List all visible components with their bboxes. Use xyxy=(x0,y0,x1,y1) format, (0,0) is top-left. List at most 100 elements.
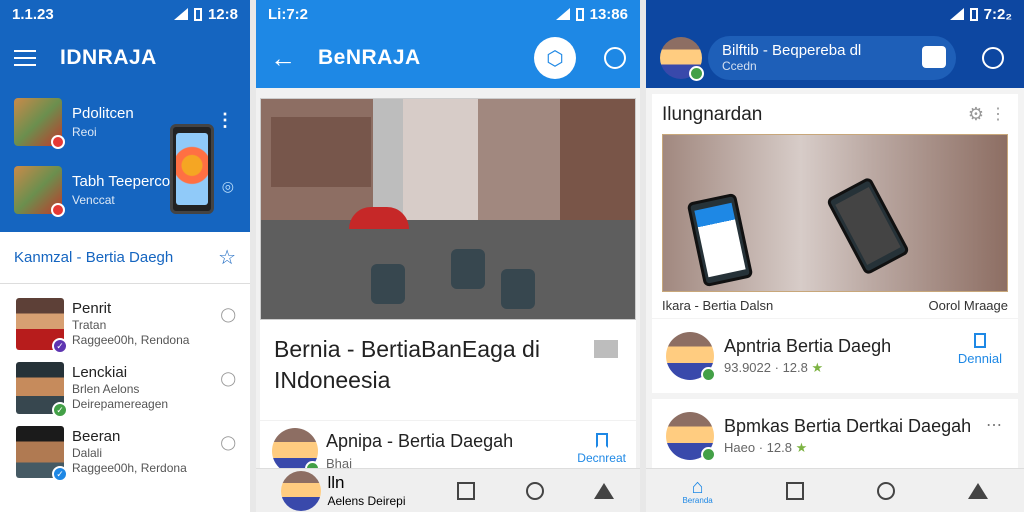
status-bar: Li:7:2 13:86 xyxy=(256,0,640,28)
list-item-sub: Raggee00h, Rendona xyxy=(72,333,190,348)
bookmark-button[interactable]: Decnreat xyxy=(577,433,626,465)
drawer-header: 1.1.23 12:8 IDNRAJA Pdolitcen Reoi Tabh … xyxy=(0,0,250,232)
drawer-item[interactable]: Tabh Teeperco Venccat xyxy=(14,166,171,217)
more-options-icon[interactable]: ⋯ xyxy=(986,415,1002,435)
location-pin-icon: ◯ xyxy=(220,434,236,450)
app-bar: Bilftib - Beqpereba dl Ccedn xyxy=(646,28,1024,88)
nav-home[interactable]: ⌂ Beranda xyxy=(682,477,712,505)
badge-icon: ✓ xyxy=(52,466,68,482)
list-item-name: Beeran xyxy=(72,427,121,445)
user-icon[interactable] xyxy=(982,47,1004,69)
bottom-nav: lln Aelens Deirepi xyxy=(256,468,640,512)
home-circle-icon[interactable] xyxy=(525,481,544,500)
list-item[interactable]: Bpmkas Bertia Dertkai Daegah Haeo · 12.8… xyxy=(652,399,1018,473)
list-item-sub: Raggee00h, Rerdona xyxy=(72,461,187,476)
menu-icon[interactable] xyxy=(14,50,36,66)
star-icon: ★ xyxy=(811,360,824,375)
signal-icon xyxy=(949,8,964,20)
back-triangle-icon[interactable] xyxy=(967,482,988,499)
location-pin-icon: ◎ xyxy=(221,178,234,194)
thumbnail xyxy=(14,166,65,217)
verified-icon xyxy=(51,135,65,149)
gear-icon[interactable]: ⚙ xyxy=(968,104,984,125)
more-options-icon[interactable]: ⋮ xyxy=(990,104,1006,124)
location-pin-icon: ◯ xyxy=(220,306,236,322)
app-bar: IDNRAJA xyxy=(0,28,250,88)
article-photo[interactable] xyxy=(260,98,636,320)
verified-icon xyxy=(689,66,704,81)
list-item-name: Lenckiai xyxy=(72,363,128,381)
phone-illustration xyxy=(686,192,754,288)
home-circle-icon[interactable] xyxy=(876,481,895,500)
search-bar[interactable]: Bilftib - Beqpereba dl Ccedn xyxy=(708,36,956,80)
search-sub: Ccedn xyxy=(722,59,757,73)
bookmark-icon xyxy=(595,433,608,448)
phone-illustration xyxy=(825,176,911,276)
status-bar: 1.1.23 12:8 xyxy=(0,0,250,28)
list-item[interactable]: ✓ Penrit Tratan Raggee00h, Rendona ◯ xyxy=(0,292,250,356)
screen-3: 7:2₂ Bilftib - Beqpereba dl Ccedn Ilungn… xyxy=(646,0,1024,512)
battery-icon xyxy=(193,7,202,21)
more-options-icon[interactable]: ⋮ xyxy=(216,110,234,131)
back-arrow-icon[interactable]: ← xyxy=(270,43,296,74)
list-item-name: Penrit xyxy=(72,299,112,317)
news-card[interactable]: Ilungnardan ⚙ ⋮ Ikara - Bertia Dalsn Oor… xyxy=(652,94,1018,318)
phone-illustration xyxy=(170,124,214,214)
thumbnail xyxy=(14,98,65,149)
badge-icon: ✓ xyxy=(52,402,68,418)
avatar: ✓ xyxy=(16,362,68,418)
bookmark-icon xyxy=(973,333,986,348)
list-item-sub: Dalali xyxy=(72,446,103,461)
badge-icon: ✓ xyxy=(52,338,68,354)
section-title: Kanmzal - Bertia Daegh xyxy=(14,249,174,266)
status-bar: 7:2₂ xyxy=(646,0,1024,28)
bottom-nav: ⌂ Beranda xyxy=(646,468,1024,512)
star-icon: ★ xyxy=(795,440,808,455)
article-title: Bernia - BertiaBanEaga di INdoneesia xyxy=(274,336,540,394)
list-item[interactable]: ✓ Lenckiai Brlen Aelons Deirepamereagen … xyxy=(0,356,250,420)
row-rating: 12.8 xyxy=(782,360,808,375)
status-time: 7:2₂ xyxy=(983,5,1012,23)
settings-icon[interactable]: ⬡ xyxy=(534,37,576,79)
card-photo[interactable] xyxy=(662,134,1008,292)
chat-icon[interactable] xyxy=(922,46,946,68)
status-right: 12:8 xyxy=(207,5,238,23)
row-title: Apnipa - Bertia Daegah xyxy=(326,431,514,452)
screen-2: Li:7:2 13:86 ← BeNRAJA ⬡ Bernia - Bertia… xyxy=(256,0,640,512)
user-icon[interactable] xyxy=(604,47,626,69)
row-sub: Haeo xyxy=(724,440,756,455)
list-item-sub: Tratan xyxy=(72,318,107,333)
drawer-item-sub: Reoi xyxy=(72,125,97,139)
avatar xyxy=(666,332,716,382)
list-item[interactable]: Apntria Bertia Daegh 93.9022 · 12.8 ★ De… xyxy=(652,319,1018,393)
nav-profile[interactable]: lln Aelens Deirepi xyxy=(281,470,406,511)
verified-icon xyxy=(701,447,716,462)
recents-icon[interactable] xyxy=(456,481,475,500)
drawer-item-title: Tabh Teeperco xyxy=(72,173,171,190)
row-title: Apntria Bertia Daegh xyxy=(724,336,892,356)
drawer-item[interactable]: Pdolitcen Reoi xyxy=(14,98,134,149)
screen-1: 1.1.23 12:8 IDNRAJA Pdolitcen Reoi Tabh … xyxy=(0,0,250,512)
row-rating: 12.8 xyxy=(766,440,792,455)
article-card[interactable]: Bernia - BertiaBanEaga di INdoneesia xyxy=(260,320,636,420)
back-triangle-icon[interactable] xyxy=(594,482,615,499)
bookmark-button[interactable]: Dennial xyxy=(958,333,1002,366)
app-bar: ← BeNRAJA ⬡ xyxy=(256,28,640,88)
row-sub: 93.9022 xyxy=(724,360,771,375)
card-foot-left: Ikara - Bertia Dalsn xyxy=(662,298,774,313)
search-title: Bilftib - Beqpereba dl xyxy=(722,42,862,59)
section-header: Kanmzal - Bertia Daegh ☆ xyxy=(0,232,250,284)
star-icon[interactable]: ☆ xyxy=(218,245,236,270)
mail-icon[interactable] xyxy=(594,340,618,358)
verified-icon xyxy=(51,203,65,217)
avatar[interactable] xyxy=(660,37,704,81)
list-item[interactable]: ✓ Beeran Dalali Raggee00h, Rerdona ◯ xyxy=(0,420,250,484)
location-pin-icon: ◯ xyxy=(220,370,236,386)
nav-home-label: Beranda xyxy=(682,495,713,505)
status-time: 1.1.23 xyxy=(12,5,54,23)
battery-icon xyxy=(969,7,978,21)
drawer-item-title: Pdolitcen xyxy=(72,105,134,122)
list-item-sub: Brlen Aelons Deirepamereagen xyxy=(72,382,169,412)
recents-icon[interactable] xyxy=(785,481,804,500)
nav-profile-name: lln xyxy=(327,473,345,493)
